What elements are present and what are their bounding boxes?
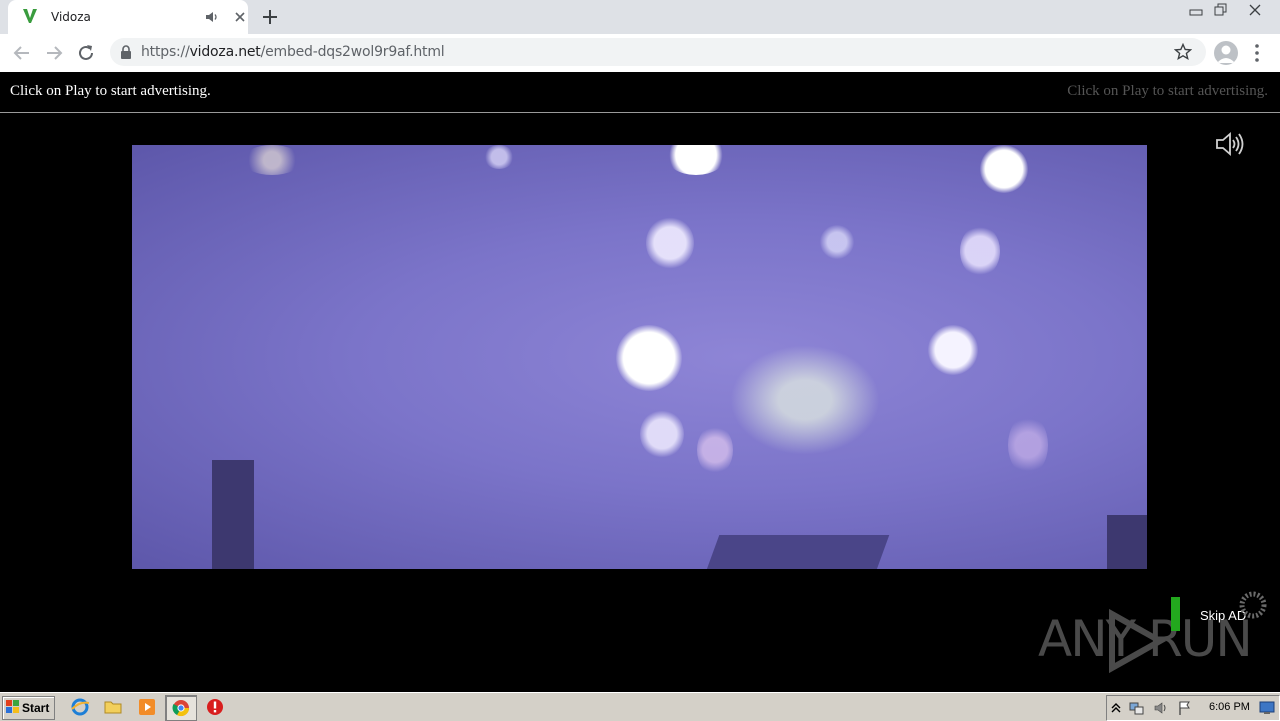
url-text[interactable]: https://vidoza.net/embed-dqs2wol9r9af.ht… [141,44,445,60]
lock-icon[interactable] [120,45,132,59]
bokeh-light [616,325,682,391]
bokeh-light [665,145,727,175]
speaker-icon[interactable] [1214,130,1246,158]
tab-vidoza[interactable]: Vidoza [8,0,248,34]
video-silhouette [212,460,254,569]
stop-sign-icon[interactable] [205,697,225,717]
bokeh-light [980,145,1028,193]
vidoza-favicon-icon [23,9,37,23]
internet-explorer-icon[interactable] [70,697,90,717]
restore-button[interactable] [1208,0,1234,20]
tab-strip: Vidoza [0,0,1280,34]
video-silhouette [704,535,890,569]
reload-icon[interactable] [75,42,97,64]
bokeh-light [484,145,514,169]
url-host: vidoza.net [189,44,261,60]
minimize-button[interactable] [1183,0,1209,20]
bokeh-light [928,325,978,375]
show-desktop-icon[interactable] [1259,701,1275,715]
browser-toolbar: https://vidoza.net/embed-dqs2wol9r9af.ht… [0,34,1280,73]
close-window-button[interactable] [1242,0,1268,20]
bokeh-light [1008,415,1048,475]
new-tab-icon[interactable] [260,7,280,27]
divider [0,112,1280,113]
restore-icon [1214,3,1227,16]
start-label: Start [22,701,50,715]
minimize-icon [1189,9,1203,16]
tab-title: Vidoza [51,10,91,24]
bokeh-light [242,145,302,175]
chevron-up-icon[interactable] [1111,702,1121,714]
menu-kebab-icon[interactable] [1254,43,1260,63]
bokeh-light [640,410,684,458]
bokeh-light [960,225,1000,277]
page-content: Click on Play to start advertising. Clic… [0,72,1280,692]
bokeh-light [820,225,854,259]
chrome-icon [172,700,190,717]
forward-icon[interactable] [43,42,65,64]
video-player[interactable] [132,145,1147,569]
network-icon[interactable] [1129,700,1145,716]
taskbar-chrome-button[interactable] [165,695,197,721]
video-silhouette [1107,515,1147,569]
skip-progress-bar [1171,597,1180,631]
star-icon[interactable] [1174,43,1192,61]
folder-icon[interactable] [103,697,123,717]
url-path: /embed-dqs2wol9r9af.html [260,44,445,60]
bokeh-light [646,217,694,269]
profile-avatar[interactable] [1214,41,1238,65]
back-icon[interactable] [11,42,33,64]
ad-notice-left: Click on Play to start advertising. [10,83,211,99]
action-center-flag-icon[interactable] [1177,700,1193,716]
close-icon[interactable] [232,9,248,25]
volume-icon[interactable] [1153,700,1169,716]
windows-taskbar: Start 6:06 PM [0,692,1280,721]
address-bar[interactable]: https://vidoza.net/embed-dqs2wol9r9af.ht… [110,38,1206,66]
clock: 6:06 PM [1209,701,1250,713]
media-player-icon[interactable] [137,697,157,717]
close-icon [1249,4,1261,16]
bokeh-light [697,425,733,475]
speaker-icon[interactable] [204,9,220,25]
start-button[interactable]: Start [2,696,55,720]
ad-notice-right: Click on Play to start advertising. [1067,83,1268,99]
loading-spinner-icon [1239,591,1267,619]
bokeh-light [730,345,880,455]
person-icon [1217,45,1235,63]
windows-logo-icon [6,700,19,713]
url-scheme: https:// [141,44,190,60]
system-tray: 6:06 PM [1106,695,1280,721]
